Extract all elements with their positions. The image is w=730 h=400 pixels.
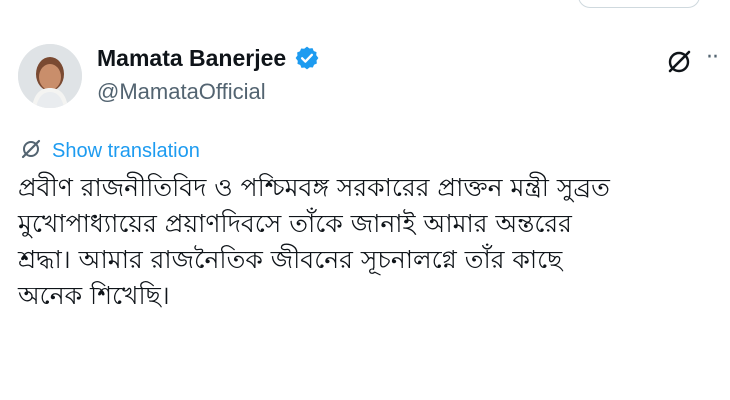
avatar[interactable]	[18, 44, 82, 108]
show-translation-link[interactable]: Show translation	[20, 138, 200, 164]
tweet-text: প্রবীণ রাজনীতিবিদ ও পশ্চিমবঙ্গ সরকারের প…	[18, 173, 610, 310]
more-options-button[interactable]: ··	[706, 50, 728, 70]
grok-icon	[20, 138, 42, 164]
author-handle[interactable]: @MamataOfficial	[97, 78, 266, 106]
show-translation-label[interactable]: Show translation	[52, 138, 200, 164]
grok-icon[interactable]	[663, 46, 695, 78]
avatar-image	[18, 44, 82, 108]
author-name[interactable]: Mamata Banerjee	[97, 44, 286, 72]
verified-badge-icon	[294, 45, 320, 71]
top-pill-button[interactable]	[578, 0, 700, 8]
author-name-row: Mamata Banerjee	[97, 44, 320, 72]
